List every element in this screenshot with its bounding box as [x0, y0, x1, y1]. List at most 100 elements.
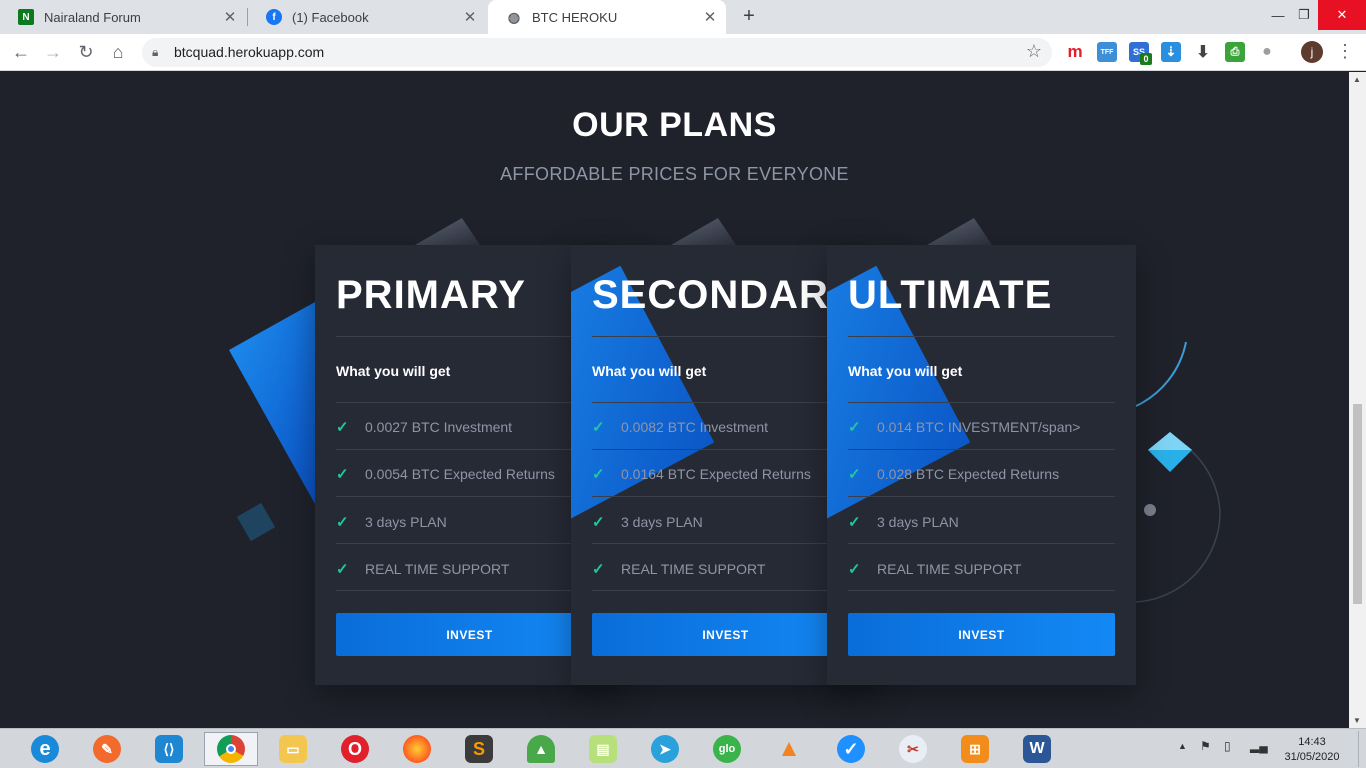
close-icon[interactable]: ✕ — [460, 8, 480, 26]
download-manager-icon[interactable]: ⇣ — [1161, 42, 1181, 62]
divider — [848, 402, 1115, 403]
taskbar-telegram[interactable]: ➤ — [638, 732, 692, 766]
facebook-icon: f — [266, 9, 282, 25]
plan-title: SECONDARY — [592, 273, 856, 317]
tray-chevron-icon[interactable]: ▲ — [1178, 741, 1187, 751]
url-text[interactable]: btcquad.herokuapp.com — [174, 44, 324, 60]
firefox-icon — [403, 735, 431, 763]
network-icon: ⊞ — [961, 735, 989, 763]
plan-feature: ✓ REAL TIME SUPPORT — [336, 560, 509, 578]
invest-button[interactable]: INVEST — [592, 613, 859, 656]
taskbar-opera[interactable]: O — [328, 732, 382, 766]
clock-date: 31/05/2020 — [1284, 751, 1340, 763]
grey-shard-shape — [415, 218, 480, 245]
feature-text: 0.014 BTC INVESTMENT/span> — [877, 419, 1081, 435]
close-icon[interactable]: ✕ — [220, 8, 240, 26]
save-page-icon[interactable]: ⎙ — [1225, 42, 1245, 62]
new-tab-button[interactable]: + — [738, 6, 760, 28]
vlc-icon: ▲ — [777, 735, 801, 762]
bookmark-star-icon[interactable]: ☆ — [1026, 41, 1042, 62]
tab-btc-heroku[interactable]: ◍ BTC HEROKU ✕ — [488, 0, 726, 34]
invest-button[interactable]: INVEST — [848, 613, 1115, 656]
plan-heading: What you will get — [592, 363, 707, 379]
feature-text: 0.028 BTC Expected Returns — [877, 466, 1060, 482]
plan-feature: ✓ 0.0027 BTC Investment — [336, 418, 512, 436]
check-icon: ✓ — [336, 561, 349, 578]
taskbar-snipping[interactable]: ✂ — [886, 732, 940, 766]
tray-network-icon[interactable]: ▂▄ — [1250, 739, 1268, 753]
check-icon: ✓ — [848, 514, 861, 531]
tab-facebook[interactable]: f (1) Facebook ✕ — [248, 0, 486, 34]
page-content: OUR PLANS AFFORDABLE PRICES FOR EVERYONE… — [0, 72, 1349, 728]
file-explorer-icon: ▭ — [279, 735, 307, 763]
cyan-diamond-highlight — [1148, 432, 1192, 450]
taskbar-glo[interactable]: glo — [700, 732, 754, 766]
plan-feature: ✓ 3 days PLAN — [336, 513, 447, 531]
divider — [336, 543, 606, 544]
close-icon[interactable]: ✕ — [700, 8, 720, 26]
feature-text: 3 days PLAN — [365, 514, 447, 530]
taskbar-internet-explorer[interactable]: e — [18, 732, 72, 766]
rocket-icon: ▲ — [527, 735, 555, 763]
scroll-up-arrow-icon[interactable]: ▲ — [1353, 75, 1361, 84]
taskbar-vlc[interactable]: ▲ — [762, 732, 816, 766]
taskbar-tasks[interactable]: ✓ — [824, 732, 878, 766]
mega-extension-icon[interactable]: m — [1065, 42, 1085, 62]
feature-text: REAL TIME SUPPORT — [877, 561, 1022, 577]
plan-feature: ✓ 3 days PLAN — [592, 513, 703, 531]
extension-badge: 0 — [1140, 53, 1152, 65]
address-bar[interactable]: 🔒︎ btcquad.herokuapp.com ☆ — [142, 38, 1052, 67]
taskbar-network-app[interactable]: ⊞ — [948, 732, 1002, 766]
chat-extension-icon[interactable]: ● — [1257, 42, 1277, 62]
arc-line-shape — [1135, 341, 1187, 407]
back-icon[interactable]: ← — [9, 40, 33, 64]
tab-nairaland[interactable]: N Nairaland Forum ✕ — [0, 0, 246, 34]
taskbar-vscode[interactable]: ⟨⟩ — [142, 732, 196, 766]
lock-icon: 🔒︎ — [152, 45, 159, 59]
tff-extension-icon[interactable]: TFF — [1097, 42, 1117, 62]
plan-feature: ✓ 3 days PLAN — [848, 513, 959, 531]
plan-feature: ✓ 0.028 BTC Expected Returns — [848, 465, 1059, 483]
close-window-button[interactable]: ✕ — [1318, 0, 1366, 30]
clock-time: 14:43 — [1298, 736, 1326, 748]
system-clock[interactable]: 14:43 31/05/2020 — [1280, 735, 1344, 765]
taskbar-rocket-app[interactable]: ▲ — [514, 732, 568, 766]
feature-text: 0.0082 BTC Investment — [621, 419, 769, 435]
home-icon[interactable]: ⌂ — [106, 40, 130, 64]
check-icon: ✓ — [848, 561, 861, 578]
tab-strip: N Nairaland Forum ✕ f (1) Facebook ✕ ◍ B… — [0, 0, 1366, 34]
arc-line-shape — [1135, 441, 1221, 603]
taskbar-chrome[interactable] — [204, 732, 258, 766]
taskbar-word[interactable]: W — [1010, 732, 1064, 766]
tray-flag-icon[interactable]: ⚑ — [1200, 739, 1211, 753]
plan-title: PRIMARY — [336, 273, 526, 317]
taskbar: e ✎ ⟨⟩ ▭ O S ▲ ▤ ➤ glo ▲ ✓ ✂ ⊞ W ▲ ⚑ ▯ ▂… — [0, 728, 1366, 768]
more-menu-icon[interactable]: ⋮ — [1336, 40, 1354, 64]
invest-button[interactable]: INVEST — [336, 613, 603, 656]
plan-feature: ✓ REAL TIME SUPPORT — [848, 560, 1021, 578]
taskbar-firefox[interactable] — [390, 732, 444, 766]
feature-text: 0.0027 BTC Investment — [365, 419, 513, 435]
divider — [592, 336, 862, 337]
vertical-scrollbar[interactable]: ▲ ▼ — [1349, 72, 1366, 728]
grey-shard-shape — [927, 218, 992, 245]
check-icon: ✓ — [848, 466, 861, 483]
taskbar-file-explorer[interactable]: ▭ — [266, 732, 320, 766]
taskbar-sublime[interactable]: S — [452, 732, 506, 766]
divider — [336, 496, 606, 497]
tray-battery-icon[interactable]: ▯ — [1224, 739, 1231, 753]
show-desktop-button[interactable] — [1358, 731, 1364, 767]
scroll-down-arrow-icon[interactable]: ▼ — [1353, 716, 1361, 725]
reload-icon[interactable]: ↻ — [74, 40, 98, 64]
profile-avatar[interactable]: j — [1301, 41, 1323, 63]
scroll-thumb[interactable] — [1353, 404, 1362, 604]
taskbar-sticky-notes[interactable]: ▤ — [576, 732, 630, 766]
teal-square-shape — [236, 502, 276, 542]
divider — [592, 590, 862, 591]
divider — [848, 496, 1115, 497]
check-icon: ✓ — [848, 419, 861, 436]
forward-icon[interactable]: → — [41, 40, 65, 64]
globe-icon: ◍ — [507, 8, 521, 25]
download-icon[interactable]: ⬇ — [1193, 42, 1213, 62]
taskbar-draw-app[interactable]: ✎ — [80, 732, 134, 766]
